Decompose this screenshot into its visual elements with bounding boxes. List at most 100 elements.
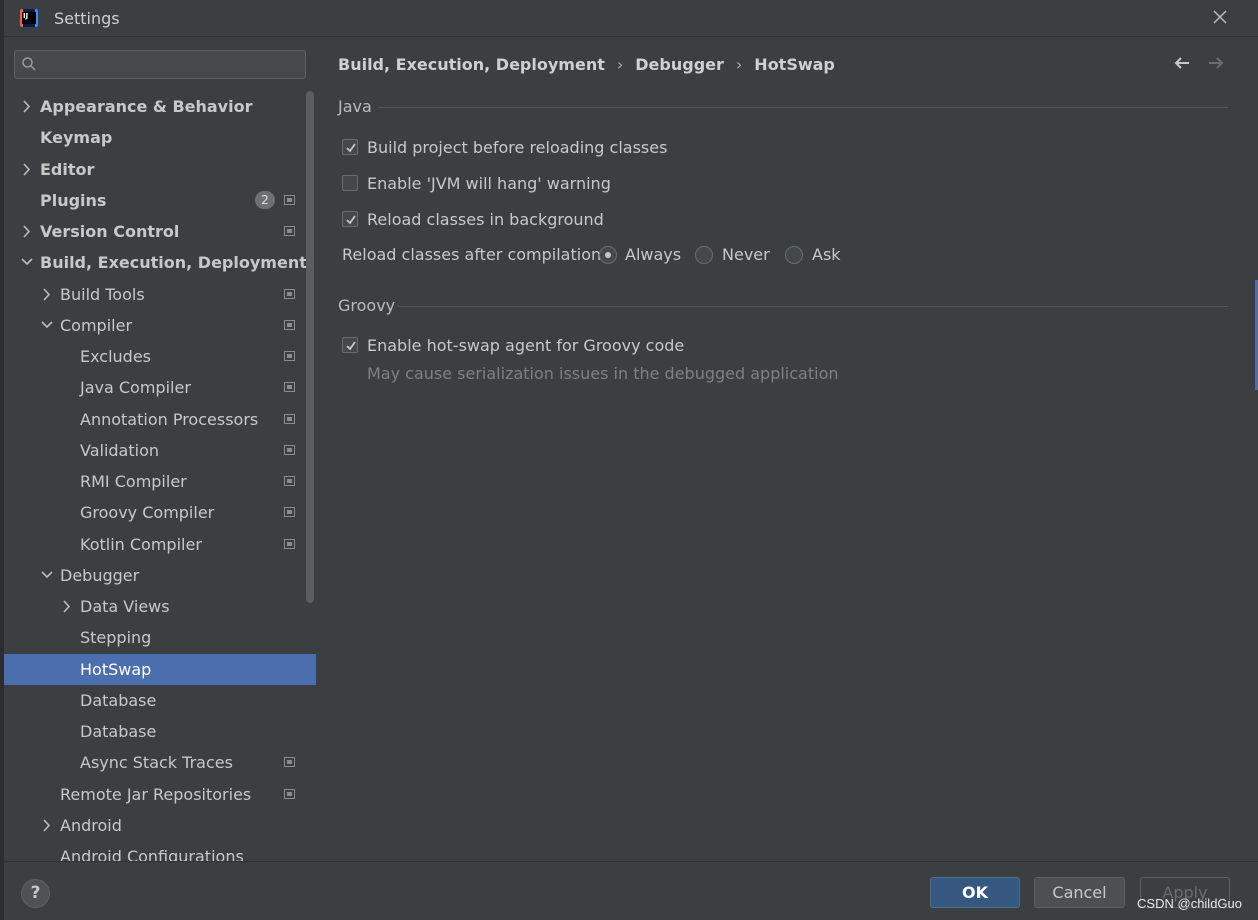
- sidebar-item[interactable]: Compiler: [4, 310, 316, 341]
- settings-content: Build, Execution, Deployment › Debugger › Ho…: [316, 37, 1258, 861]
- radio-always-label[interactable]: Always: [625, 243, 681, 267]
- sidebar-item-label: Android Configurations: [60, 847, 244, 861]
- project-level-icon: [284, 226, 295, 236]
- sidebar-item[interactable]: Appearance & Behavior: [4, 91, 316, 122]
- project-level-icon: [284, 288, 295, 299]
- back-arrow-icon[interactable]: [1172, 53, 1192, 75]
- sidebar-item[interactable]: Version Control: [4, 216, 316, 247]
- chevron-down-icon[interactable]: [20, 247, 34, 278]
- sidebar-item[interactable]: Async Stack Traces: [4, 747, 316, 778]
- section-title-groovy: Groovy: [338, 296, 396, 315]
- sidebar-item-label: Excludes: [80, 347, 152, 366]
- sidebar-item[interactable]: Excludes: [4, 341, 316, 372]
- settings-sidebar: Appearance & Behavior Keymap Editor Plugins…: [4, 37, 316, 861]
- chevron-right-icon[interactable]: [40, 279, 54, 310]
- sidebar-item-label: Build, Execution, Deployment: [40, 253, 307, 273]
- project-level-icon: [284, 194, 295, 205]
- sidebar-item-label: Stepping: [80, 628, 152, 648]
- project-level-icon: [284, 351, 295, 361]
- forward-arrow-icon[interactable]: [1206, 53, 1226, 75]
- help-button[interactable]: ?: [21, 879, 50, 908]
- jvm-hang-label: Enable 'JVM will hang' warning: [367, 174, 611, 193]
- reload-after-compilation-row: Reload classes after compilation: Always…: [342, 243, 942, 267]
- cancel-button[interactable]: Cancel: [1034, 877, 1125, 908]
- build-project-label: Build project before reloading classes: [367, 138, 668, 157]
- project-level-icon: [284, 476, 295, 486]
- sidebar-item[interactable]: Android Configurations: [4, 841, 316, 861]
- sidebar-item-label: Data Views: [80, 597, 170, 616]
- project-level-icon: [284, 757, 295, 768]
- sidebar-item[interactable]: RMI Compiler: [4, 466, 316, 497]
- settings-dialog: IJ Settings Appearance & Behavior Keymap E…: [4, 0, 1258, 920]
- sidebar-scrollbar[interactable]: [306, 91, 314, 603]
- sidebar-item[interactable]: Keymap: [4, 122, 316, 153]
- chevron-right-icon[interactable]: [20, 91, 34, 122]
- sidebar-item[interactable]: Debugger: [4, 560, 316, 591]
- search-input[interactable]: [14, 50, 306, 79]
- groovy-hotswap-label: Enable hot-swap agent for Groovy code: [367, 336, 685, 355]
- groovy-hotswap-checkbox[interactable]: [342, 337, 358, 353]
- sidebar-item[interactable]: Editor: [4, 154, 316, 185]
- project-level-icon: [284, 788, 295, 799]
- build-project-checkbox[interactable]: [342, 139, 358, 155]
- sidebar-item[interactable]: Validation: [4, 435, 316, 466]
- radio-never-label[interactable]: Never: [722, 243, 770, 267]
- sidebar-item[interactable]: Database: [4, 685, 316, 716]
- reload-background-checkbox[interactable]: [342, 211, 358, 227]
- sidebar-item-label: Android: [60, 815, 122, 835]
- sidebar-item-label: Async Stack Traces: [80, 753, 233, 773]
- project-level-icon: [284, 444, 295, 455]
- radio-ask[interactable]: [785, 246, 803, 264]
- reload-after-label: Reload classes after compilation:: [342, 245, 607, 264]
- groovy-hint-text: May cause serialization issues in the de…: [367, 364, 839, 383]
- radio-never[interactable]: [695, 246, 713, 264]
- chevron-right-icon[interactable]: [20, 154, 34, 185]
- chevron-right-icon[interactable]: [40, 810, 54, 841]
- sidebar-item-label: RMI Compiler: [80, 472, 187, 491]
- sidebar-item[interactable]: Annotation Processors: [4, 404, 316, 435]
- sidebar-item-label: Database: [80, 690, 157, 710]
- chevron-down-icon[interactable]: [40, 310, 54, 341]
- radio-always[interactable]: [599, 246, 617, 264]
- sidebar-item-label: Editor: [40, 159, 95, 179]
- sidebar-item[interactable]: Database: [4, 716, 316, 747]
- sidebar-item-label: Remote Jar Repositories: [60, 784, 252, 804]
- sidebar-item[interactable]: Kotlin Compiler: [4, 529, 316, 560]
- sidebar-item[interactable]: Build, Execution, Deployment: [4, 247, 316, 278]
- jvm-hang-checkbox[interactable]: [342, 175, 358, 191]
- chevron-right-icon[interactable]: [20, 216, 34, 247]
- project-level-icon: [284, 507, 295, 518]
- sidebar-item[interactable]: HotSwap: [4, 653, 316, 685]
- sidebar-item-label: Kotlin Compiler: [80, 534, 202, 554]
- sidebar-item-label: Keymap: [40, 128, 113, 148]
- sidebar-item[interactable]: Remote Jar Repositories: [4, 779, 316, 810]
- sidebar-item[interactable]: Java Compiler: [4, 372, 316, 403]
- title-bar: IJ Settings: [4, 0, 1258, 37]
- sidebar-item-label: HotSwap: [80, 659, 152, 679]
- sidebar-item[interactable]: Stepping: [4, 622, 316, 653]
- chevron-down-icon[interactable]: [40, 560, 54, 591]
- section-divider: [398, 306, 1228, 307]
- dialog-footer: ? OK Cancel Apply: [4, 861, 1258, 920]
- sidebar-item[interactable]: Data Views: [4, 591, 316, 622]
- breadcrumb-item: Debugger: [635, 55, 724, 74]
- project-level-icon: [284, 538, 295, 549]
- chevron-right-icon: ›: [735, 55, 743, 74]
- sidebar-item[interactable]: Groovy Compiler: [4, 497, 316, 528]
- sidebar-item[interactable]: Plugins 2: [4, 185, 316, 216]
- project-level-icon: [284, 413, 295, 424]
- close-icon[interactable]: [1210, 8, 1230, 28]
- sidebar-item-label: Groovy Compiler: [80, 503, 215, 523]
- update-count-badge: 2: [255, 190, 275, 209]
- sidebar-item[interactable]: Android: [4, 810, 316, 841]
- sidebar-item-label: Plugins: [40, 190, 107, 210]
- project-level-icon: [284, 319, 295, 330]
- window-title: Settings: [54, 9, 120, 28]
- chevron-right-icon[interactable]: [60, 591, 74, 622]
- sidebar-item[interactable]: Build Tools: [4, 279, 316, 310]
- sidebar-item-label: Build Tools: [60, 284, 145, 304]
- radio-ask-label[interactable]: Ask: [812, 243, 841, 267]
- sidebar-item-label: Annotation Processors: [80, 409, 259, 429]
- sidebar-item-label: Compiler: [60, 315, 133, 335]
- ok-button[interactable]: OK: [930, 877, 1020, 908]
